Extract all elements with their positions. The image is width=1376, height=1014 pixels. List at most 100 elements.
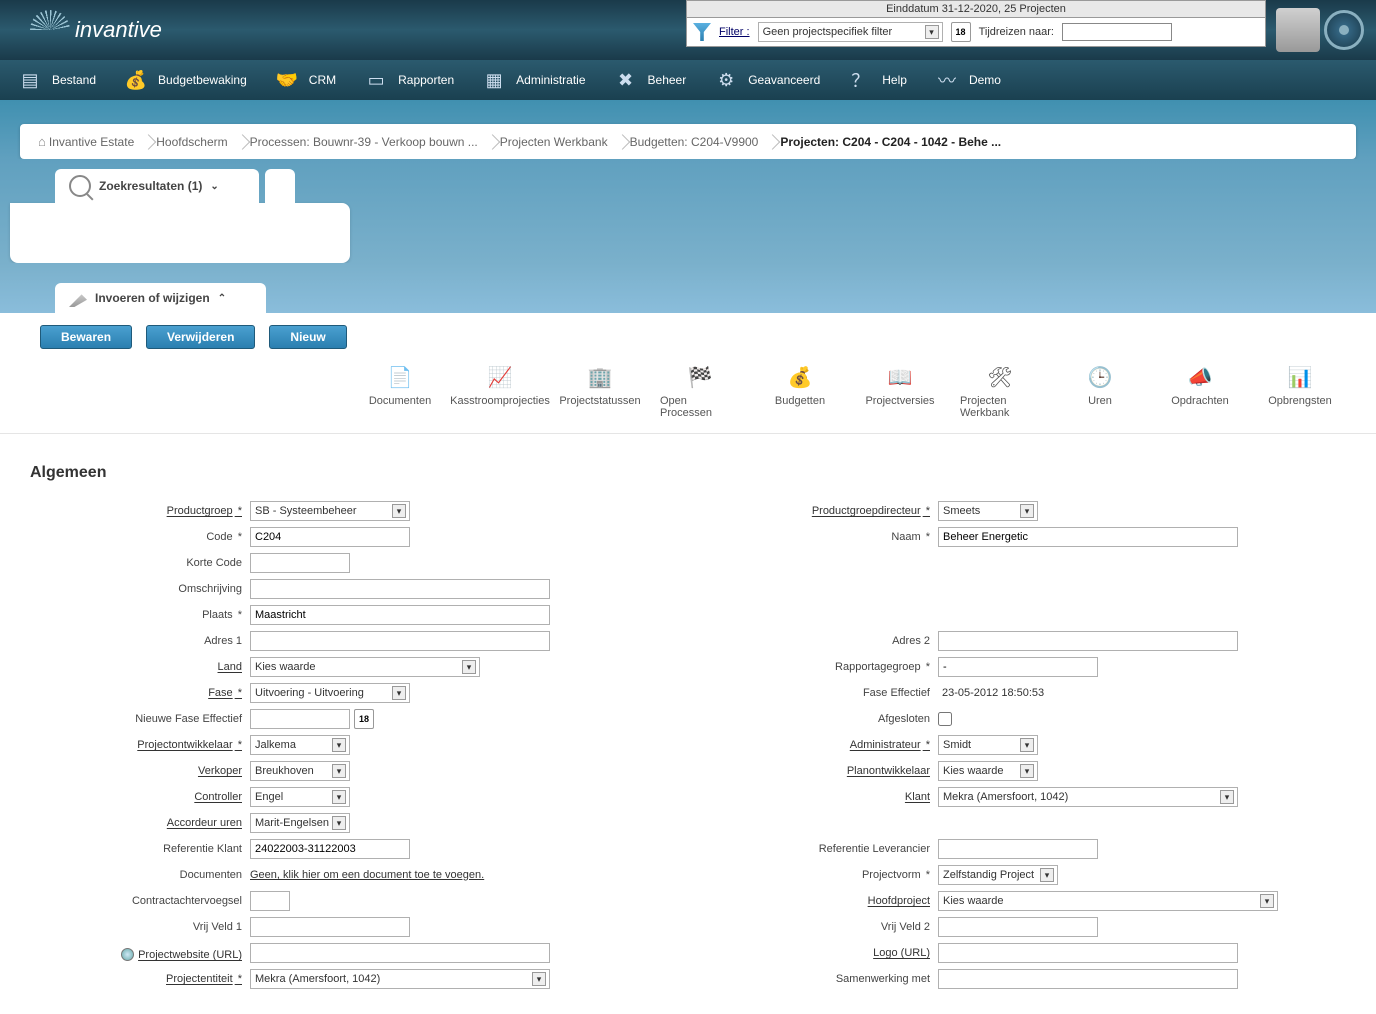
bc-3[interactable]: Projecten Werkbank <box>492 133 622 151</box>
tool-more[interactable]: …Pr... <box>1360 363 1376 419</box>
menu-beheer[interactable]: ✖Beheer <box>606 68 707 92</box>
input-nfe[interactable] <box>250 709 350 729</box>
input-adres2[interactable] <box>938 631 1238 651</box>
tab-zoekresultaten[interactable]: Zoekresultaten (1) ⌄ <box>55 169 259 203</box>
input-adres1[interactable] <box>250 631 550 651</box>
input-vv1[interactable] <box>250 917 410 937</box>
select-verkoper[interactable]: Breukhoven <box>250 761 350 781</box>
tool-8-label: Opdrachten <box>1171 395 1228 407</box>
lbl-afg: Afgesloten <box>718 713 938 725</box>
calendar-icon[interactable]: 18 <box>951 22 971 42</box>
calendar-picker-icon[interactable]: 18 <box>354 709 374 729</box>
select-land[interactable]: Kies waarde <box>250 657 480 677</box>
select-productgroep[interactable]: SB - Systeembeheer <box>250 501 410 521</box>
input-vv2[interactable] <box>938 917 1098 937</box>
new-button[interactable]: Nieuw <box>269 325 346 349</box>
input-refklant[interactable] <box>250 839 410 859</box>
input-omschrijving[interactable] <box>250 579 550 599</box>
delete-button[interactable]: Verwijderen <box>146 325 255 349</box>
input-pw[interactable] <box>250 943 550 963</box>
logo: invantive <box>30 10 162 50</box>
magnifier-icon <box>69 175 91 197</box>
input-reflev[interactable] <box>938 839 1098 859</box>
timetravel-input[interactable] <box>1062 23 1172 41</box>
checkbox-afgesloten[interactable] <box>938 712 952 726</box>
menu-demo[interactable]: 〰Demo <box>927 68 1021 92</box>
filter-row: Filter : Geen projectspecifiek filter 18… <box>686 18 1266 47</box>
section-title: Algemeen <box>30 464 1346 482</box>
lbl-accuren: Accordeur uren <box>30 817 250 829</box>
select-klant[interactable]: Mekra (Amersfoort, 1042) <box>938 787 1238 807</box>
tool-budgetten[interactable]: 💰Budgetten <box>760 363 840 419</box>
menu-admin[interactable]: ▦Administratie <box>474 68 605 92</box>
input-naam[interactable] <box>938 527 1238 547</box>
tab-zoek-label: Zoekresultaten (1) <box>99 179 202 193</box>
select-controller[interactable]: Engel <box>250 787 350 807</box>
trend-icon: 📊 <box>1286 363 1314 391</box>
filter-select[interactable]: Geen projectspecifiek filter <box>758 22 943 42</box>
bc-4[interactable]: Budgetten: C204-V9900 <box>622 133 773 151</box>
bc-2[interactable]: Processen: Bouwnr-39 - Verkoop bouwn ... <box>242 133 492 151</box>
funnel-icon <box>693 23 711 41</box>
tool-status[interactable]: 🏢Projectstatussen <box>560 363 640 419</box>
menu-rapporten[interactable]: ▭Rapporten <box>356 68 474 92</box>
server-icon[interactable] <box>1276 8 1320 52</box>
home-icon: ⌂ <box>38 134 46 149</box>
tool-opbrengsten[interactable]: 📊Opbrengsten <box>1260 363 1340 419</box>
tool-5-label: Projectversies <box>865 395 934 407</box>
tab-invoeren[interactable]: Invoeren of wijzigen ⌃ <box>55 283 266 313</box>
input-code[interactable] <box>250 527 410 547</box>
tool-opdrachten[interactable]: 📣Opdrachten <box>1160 363 1240 419</box>
tab-empty[interactable] <box>265 169 295 203</box>
lbl-kortecode: Korte Code <box>30 557 250 569</box>
select-pv[interactable]: Zelfstandig Project <box>938 865 1058 885</box>
tool-kasstroom[interactable]: 📈Kasstroomprojecties <box>460 363 540 419</box>
bc-home[interactable]: ⌂Invantive Estate <box>30 132 148 151</box>
select-pe[interactable]: Mekra (Amersfoort, 1042) <box>250 969 550 989</box>
chart-icon: 📈 <box>486 363 514 391</box>
top-bar: invantive Einddatum 31-12-2020, 25 Proje… <box>0 0 1376 60</box>
tool-3-label: Open Processen <box>660 395 740 419</box>
lbl-doc: Documenten <box>30 869 250 881</box>
menu-crm[interactable]: 🤝CRM <box>267 68 356 92</box>
input-kortecode[interactable] <box>250 553 350 573</box>
input-sm[interactable] <box>938 969 1238 989</box>
link-add-doc[interactable]: Geen, klik hier om een document toe te v… <box>250 869 484 881</box>
menu-bestand[interactable]: ▤Bestand <box>10 68 116 92</box>
input-rg[interactable] <box>938 657 1098 677</box>
tool-uren[interactable]: 🕒Uren <box>1060 363 1140 419</box>
clock-icon: 🕒 <box>1086 363 1114 391</box>
menu-budget[interactable]: 💰Budgetbewaking <box>116 68 267 92</box>
tool-processen[interactable]: 🏁Open Processen <box>660 363 740 419</box>
select-plo[interactable]: Kies waarde <box>938 761 1038 781</box>
filter-link[interactable]: Filter : <box>719 26 750 38</box>
tool-documenten[interactable]: 📄Documenten <box>360 363 440 419</box>
tool-versies[interactable]: 📖Projectversies <box>860 363 940 419</box>
menu-advanced[interactable]: ⚙ Geavanceerd <box>706 68 840 92</box>
select-accuren[interactable]: Marit-Engelsen <box>250 813 350 833</box>
input-plaats[interactable] <box>250 605 550 625</box>
lbl-hp: Hoofdproject <box>718 895 938 907</box>
tool-werkbank[interactable]: 🛠Projecten Werkbank <box>960 363 1040 419</box>
money-icon: 💰 <box>124 68 148 92</box>
menu-advanced-label: Geavanceerd <box>748 73 820 87</box>
action-buttons: Bewaren Verwijderen Nieuw <box>0 313 1376 349</box>
lbl-fase: Fase * <box>30 687 250 699</box>
save-button[interactable]: Bewaren <box>40 325 132 349</box>
select-fase[interactable]: Uitvoering - Uitvoering <box>250 683 410 703</box>
chevron-down-icon: ⌄ <box>210 181 218 192</box>
menu-help[interactable]: ？Help <box>840 68 927 92</box>
icon-toolbar: 📄Documenten 📈Kasstroomprojecties 🏢Projec… <box>0 349 1376 434</box>
bc-5[interactable]: Projecten: C204 - C204 - 1042 - Behe ... <box>772 133 1015 151</box>
gear-icon: ⚙ <box>714 68 738 92</box>
select-adm[interactable]: Smidt <box>938 735 1038 755</box>
select-po[interactable]: Jalkema <box>250 735 350 755</box>
tool-4-label: Budgetten <box>775 395 825 407</box>
select-hp[interactable]: Kies waarde <box>938 891 1278 911</box>
bc-1[interactable]: Hoofdscherm <box>148 133 241 151</box>
input-logo[interactable] <box>938 943 1238 963</box>
lbl-adres1: Adres 1 <box>30 635 250 647</box>
input-cav[interactable] <box>250 891 290 911</box>
refresh-gauge-icon[interactable] <box>1324 10 1364 50</box>
select-pgd[interactable]: Smeets <box>938 501 1038 521</box>
